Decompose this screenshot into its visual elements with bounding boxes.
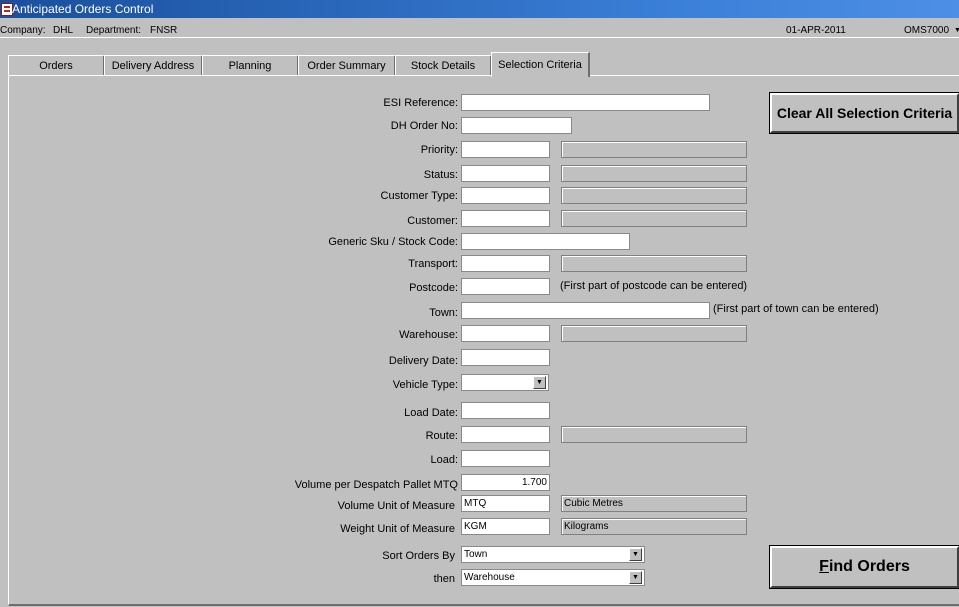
volume-uom-label: Volume Unit of Measure	[337, 500, 455, 512]
find-orders-button[interactable]: Find Orders	[769, 545, 959, 589]
weight-uom-label: Weight Unit of Measure	[340, 523, 455, 535]
company-label: Company:	[0, 25, 46, 36]
status-label: Status:	[423, 169, 458, 181]
delivery-date-label: Delivery Date:	[388, 355, 458, 367]
load-label: Load:	[430, 454, 458, 466]
volume-per-pallet-label: Volume per Despatch Pallet MTQ	[294, 479, 458, 491]
postcode-label: Postcode:	[409, 282, 458, 294]
customer-description	[561, 210, 747, 227]
route-input[interactable]	[461, 426, 550, 443]
transport-input[interactable]	[461, 255, 550, 272]
postcode-input[interactable]	[461, 278, 550, 295]
customer-input[interactable]	[461, 210, 550, 227]
dropdown-arrow-icon: ▼	[954, 27, 959, 34]
priority-description	[561, 141, 747, 158]
transport-label: Transport:	[408, 258, 458, 270]
then-by-select[interactable]: Warehouse	[461, 569, 645, 586]
warehouse-description	[561, 325, 747, 342]
tab-planning[interactable]: Planning	[202, 55, 299, 76]
department-label: Department:	[86, 25, 142, 36]
window-title: Anticipated Orders Control	[12, 2, 154, 16]
load-input[interactable]	[461, 450, 550, 467]
town-label: Town:	[429, 307, 458, 319]
priority-input[interactable]	[461, 141, 550, 158]
generic-sku-input[interactable]	[461, 233, 630, 250]
sort-orders-by-dropdown-icon[interactable]: ▼	[629, 548, 642, 561]
transport-description	[561, 255, 747, 272]
customer-type-label: Customer Type:	[380, 190, 458, 202]
customer-type-input[interactable]	[461, 187, 550, 204]
delivery-date-input[interactable]	[461, 349, 550, 366]
warehouse-input[interactable]	[461, 325, 550, 342]
title-bar: Anticipated Orders Control	[0, 0, 959, 18]
sort-orders-by-select[interactable]: Town	[461, 546, 645, 563]
generic-sku-label: Generic Sku / Stock Code:	[328, 236, 458, 248]
customer-type-description	[561, 187, 747, 204]
customer-label: Customer:	[407, 215, 458, 227]
town-hint: (First part of town can be entered)	[713, 303, 879, 315]
weight-uom-description: Kilograms	[561, 518, 747, 535]
then-by-label: then	[433, 573, 455, 585]
volume-per-pallet-input[interactable]: 1.700	[461, 474, 550, 491]
volume-uom-input[interactable]: MTQ	[461, 495, 550, 512]
dh-order-no-label: DH Order No:	[390, 120, 458, 132]
town-input[interactable]	[461, 302, 710, 319]
find-orders-label: Find Orders	[819, 558, 910, 575]
esi-reference-input[interactable]	[461, 94, 710, 111]
status-description	[561, 165, 747, 182]
company-value: DHL	[53, 25, 74, 36]
load-date-label: Load Date:	[404, 407, 458, 419]
status-input[interactable]	[461, 165, 550, 182]
sort-orders-by-label: Sort Orders By	[382, 550, 455, 562]
tab-selection-criteria[interactable]: Selection Criteria	[491, 52, 590, 77]
info-bar: Company: DHL Department: FNSR 01-APR-201…	[0, 20, 959, 38]
vehicle-type-label: Vehicle Type:	[392, 379, 458, 391]
warehouse-label: Warehouse:	[399, 329, 458, 341]
vehicle-type-dropdown-icon[interactable]: ▼	[533, 376, 546, 389]
current-date: 01-APR-2011	[786, 25, 846, 36]
clear-all-criteria-button[interactable]: Clear All Selection Criteria	[769, 92, 959, 134]
postcode-hint: (First part of postcode can be entered)	[560, 280, 748, 292]
load-date-input[interactable]	[461, 402, 550, 419]
dh-order-no-input[interactable]	[461, 117, 572, 134]
route-label: Route:	[425, 430, 458, 442]
then-by-dropdown-icon[interactable]: ▼	[629, 571, 642, 584]
tab-delivery-address[interactable]: Delivery Address	[104, 55, 203, 76]
route-description	[561, 426, 747, 443]
volume-uom-description: Cubic Metres	[561, 495, 747, 512]
esi-reference-label: ESI Reference:	[383, 97, 458, 109]
program-code: OMS7000	[904, 25, 950, 36]
tab-stock-details[interactable]: Stock Details	[395, 55, 492, 76]
department-value: FNSR	[150, 25, 178, 36]
tab-order-summary[interactable]: Order Summary	[298, 55, 396, 76]
tab-orders[interactable]: Orders	[8, 55, 105, 76]
priority-label: Priority:	[420, 144, 458, 156]
weight-uom-input[interactable]: KGM	[461, 518, 550, 535]
